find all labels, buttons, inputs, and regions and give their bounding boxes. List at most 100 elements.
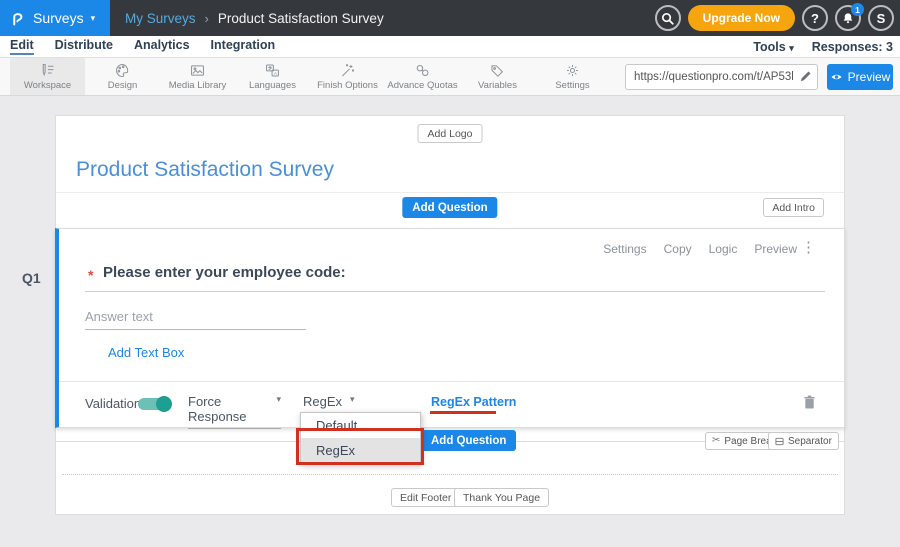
- thank-you-page-button[interactable]: Thank You Page: [454, 488, 549, 507]
- variables-icon: [489, 62, 506, 79]
- question-text[interactable]: Please enter your employee code:: [103, 264, 346, 281]
- delete-question-trash-icon[interactable]: [803, 394, 816, 410]
- separator-label: Separator: [788, 436, 832, 447]
- add-logo-button[interactable]: Add Logo: [418, 124, 483, 143]
- survey-nav-bar: Edit Distribute Analytics Integration To…: [0, 36, 900, 58]
- add-intro-button[interactable]: Add Intro: [763, 198, 824, 217]
- nav-tabs: Edit Distribute Analytics Integration: [0, 38, 275, 55]
- validation-bar: Validation Force Response ▾ RegEx ▾ RegE…: [59, 381, 844, 427]
- question-copy-link[interactable]: Copy: [664, 242, 692, 256]
- survey-title[interactable]: Product Satisfaction Survey: [76, 158, 334, 182]
- question-number: Q1: [22, 270, 41, 286]
- add-question-top-button[interactable]: Add Question: [402, 197, 497, 218]
- question-logic-link[interactable]: Logic: [709, 242, 738, 256]
- force-response-value: Force Response: [188, 394, 268, 424]
- separator-icon: [775, 437, 784, 446]
- question-actions-menu: Settings Copy Logic Preview: [603, 242, 797, 256]
- workspace-icon: [39, 62, 56, 79]
- toolbar-item-settings[interactable]: Settings: [535, 58, 610, 95]
- product-menu[interactable]: Surveys ▾: [0, 0, 110, 36]
- responses-count[interactable]: Responses: 3: [812, 40, 893, 54]
- product-menu-label: Surveys: [33, 10, 84, 26]
- toolbar-item-advance-quotas[interactable]: Advance Quotas: [385, 58, 460, 95]
- top-bar: Surveys ▾ My Surveys › Product Satisfact…: [0, 0, 900, 36]
- survey-url-input[interactable]: [625, 64, 818, 90]
- preview-button[interactable]: Preview: [827, 64, 893, 90]
- breadcrumb-current-survey: Product Satisfaction Survey: [218, 11, 384, 26]
- question-mark-icon: ?: [811, 11, 819, 26]
- add-text-box-link[interactable]: Add Text Box: [108, 345, 184, 360]
- footer-divider: [62, 474, 838, 475]
- answer-text-field[interactable]: Answer text: [85, 309, 153, 324]
- regex-pattern-link[interactable]: RegEx Pattern: [431, 395, 516, 409]
- force-response-dropdown[interactable]: Force Response ▾: [188, 394, 281, 429]
- tab-analytics[interactable]: Analytics: [134, 38, 190, 55]
- add-question-bottom-button[interactable]: Add Question: [421, 430, 516, 451]
- kebab-menu-icon[interactable]: ⋮: [801, 240, 816, 255]
- chevron-down-icon: ▾: [276, 394, 281, 424]
- toolbar-item-languages[interactable]: A Languages: [235, 58, 310, 95]
- chevron-down-icon: ▾: [350, 394, 355, 409]
- header-actions: Upgrade Now ? 1 S: [655, 5, 894, 31]
- breadcrumb-separator: ›: [205, 11, 209, 26]
- avatar-initial: S: [877, 11, 886, 26]
- questionpro-survey-editor: Surveys ▾ My Surveys › Product Satisfact…: [0, 0, 900, 547]
- scissors-icon: ✂: [712, 436, 720, 446]
- required-asterisk: *: [88, 267, 93, 283]
- languages-icon: A: [264, 62, 281, 79]
- toolbar-item-media-library[interactable]: Media Library: [160, 58, 235, 95]
- toolbar-label: Settings: [555, 80, 589, 91]
- search-icon: [660, 11, 675, 26]
- validation-type-value: RegEx: [303, 394, 342, 409]
- tools-label: Tools: [753, 40, 785, 54]
- edit-url-pencil-icon[interactable]: [799, 70, 812, 83]
- breadcrumb-my-surveys[interactable]: My Surveys: [125, 11, 196, 26]
- question-text-underline: [85, 291, 825, 292]
- separator-button[interactable]: Separator: [768, 432, 839, 450]
- nav-right-actions: Tools ▾ Responses: 3: [753, 40, 893, 54]
- dropdown-option-default[interactable]: Default: [301, 413, 420, 438]
- eye-icon: [830, 72, 843, 82]
- dropdown-option-regex[interactable]: RegEx: [301, 438, 420, 463]
- advance-quotas-icon: [414, 62, 431, 79]
- settings-icon: [564, 62, 581, 79]
- chevron-down-icon: ▾: [789, 43, 794, 53]
- survey-url-field-wrap: [625, 64, 818, 90]
- toolbar-item-variables[interactable]: Variables: [460, 58, 535, 95]
- tab-edit[interactable]: Edit: [10, 38, 34, 55]
- question-card: Settings Copy Logic Preview ⋮ * Please e…: [55, 228, 845, 428]
- validation-type-dropdown[interactable]: RegEx ▾: [303, 394, 351, 414]
- toolbar-item-design[interactable]: Design: [85, 58, 160, 95]
- edit-footer-button[interactable]: Edit Footer: [391, 488, 460, 507]
- toolbar-label: Advance Quotas: [387, 80, 457, 91]
- toolbar-label: Finish Options: [317, 80, 378, 91]
- tools-menu[interactable]: Tools ▾: [753, 40, 793, 54]
- toolbar-label: Variables: [478, 80, 517, 91]
- tab-distribute[interactable]: Distribute: [55, 38, 113, 55]
- toolbar-item-workspace[interactable]: Workspace: [10, 58, 85, 95]
- toolbar-item-finish-options[interactable]: Finish Options: [310, 58, 385, 95]
- account-avatar[interactable]: S: [868, 5, 894, 31]
- toolbar-label: Design: [108, 80, 138, 91]
- validation-toggle[interactable]: [138, 398, 170, 410]
- validation-type-dropdown-menu: Default RegEx: [300, 412, 421, 464]
- toolbar-label: Media Library: [169, 80, 227, 91]
- question-preview-link[interactable]: Preview: [754, 242, 797, 256]
- search-button[interactable]: [655, 5, 681, 31]
- regex-pattern-red-annotation-underline: [430, 411, 496, 414]
- upgrade-now-button[interactable]: Upgrade Now: [688, 5, 795, 31]
- media-library-icon: [189, 62, 206, 79]
- toolbar-label: Languages: [249, 80, 296, 91]
- preview-label: Preview: [848, 70, 891, 84]
- notifications-button[interactable]: 1: [835, 5, 861, 31]
- breadcrumb: My Surveys › Product Satisfaction Survey: [125, 0, 384, 36]
- tab-integration[interactable]: Integration: [211, 38, 276, 55]
- notification-badge: 1: [851, 3, 864, 16]
- answer-field-underline: [85, 329, 306, 330]
- chevron-down-icon: ▾: [91, 13, 96, 24]
- help-button[interactable]: ?: [802, 5, 828, 31]
- question-settings-link[interactable]: Settings: [603, 242, 646, 256]
- questionpro-logo-icon: [9, 10, 26, 27]
- design-icon: [114, 62, 131, 79]
- finish-options-icon: [339, 62, 356, 79]
